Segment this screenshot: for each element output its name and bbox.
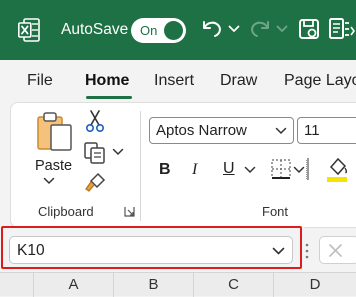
- copy-dropdown-icon[interactable]: [112, 148, 124, 156]
- paste-button[interactable]: Paste: [33, 111, 77, 183]
- borders-icon[interactable]: [270, 158, 292, 180]
- font-size-value: 11: [304, 122, 320, 139]
- copy-icon[interactable]: [83, 141, 107, 165]
- column-header-b[interactable]: B: [114, 273, 194, 297]
- name-box-area: K10: [0, 226, 304, 272]
- active-tab-indicator: [86, 96, 132, 99]
- autosave-toggle-state: On: [140, 23, 158, 38]
- column-header-d[interactable]: D: [274, 273, 356, 297]
- excel-logo-icon: [18, 18, 40, 42]
- save-icon[interactable]: [297, 17, 321, 41]
- select-all-corner[interactable]: [0, 273, 34, 297]
- ribbon-panel: Paste Clipboard Aptos Narrow 11 B I U Fo…: [10, 102, 356, 228]
- close-icon[interactable]: [328, 243, 343, 258]
- cut-icon[interactable]: [84, 109, 106, 133]
- font-group-label: Font: [262, 204, 289, 219]
- title-bar: AutoSave On: [0, 0, 356, 60]
- redo-icon[interactable]: [248, 16, 272, 40]
- italic-button[interactable]: I: [192, 160, 197, 180]
- redo-dropdown-icon[interactable]: [276, 24, 288, 34]
- format-painter-icon[interactable]: [84, 171, 108, 193]
- font-name-dropdown-icon[interactable]: [275, 127, 287, 135]
- name-box-value: K10: [17, 242, 45, 259]
- group-divider: [140, 111, 141, 221]
- font-name-value: Aptos Narrow: [156, 122, 247, 139]
- name-box-dropdown-icon[interactable]: [272, 247, 285, 255]
- tab-file[interactable]: File: [27, 71, 53, 91]
- paste-label: Paste: [35, 158, 73, 174]
- font-size-box[interactable]: 11: [297, 117, 356, 144]
- paste-dropdown-icon[interactable]: [43, 177, 55, 185]
- quick-access-more-icon[interactable]: [327, 15, 356, 43]
- paste-icon: [37, 112, 72, 151]
- column-header-row: A B C D: [0, 272, 356, 297]
- tab-home[interactable]: Home: [85, 71, 129, 91]
- tab-page-layout[interactable]: Page Layo: [284, 71, 356, 91]
- ribbon-tabs: File Home Insert Draw Page Layo: [0, 60, 356, 102]
- underline-button[interactable]: U: [223, 159, 235, 179]
- toggle-knob: [164, 21, 183, 40]
- name-box[interactable]: K10: [9, 236, 293, 264]
- undo-icon[interactable]: [200, 16, 224, 40]
- undo-dropdown-icon[interactable]: [228, 24, 240, 34]
- font-name-box[interactable]: Aptos Narrow: [149, 117, 294, 144]
- clipboard-group-label: Clipboard: [38, 204, 94, 219]
- ribbon-separator: [306, 158, 309, 180]
- autosave-toggle[interactable]: On: [131, 18, 186, 43]
- fill-color-icon[interactable]: [325, 155, 349, 183]
- clipboard-launcher-icon[interactable]: [124, 206, 135, 217]
- tab-draw[interactable]: Draw: [220, 71, 257, 91]
- column-header-c[interactable]: C: [194, 273, 274, 297]
- underline-dropdown-icon[interactable]: [244, 166, 256, 174]
- borders-dropdown-icon[interactable]: [293, 166, 305, 174]
- formula-cancel-box[interactable]: [319, 236, 356, 264]
- splitter-handle-icon[interactable]: [304, 242, 310, 260]
- column-header-a[interactable]: A: [34, 273, 114, 297]
- bold-button[interactable]: B: [159, 160, 171, 180]
- autosave-label: AutoSave: [61, 21, 129, 38]
- tab-insert[interactable]: Insert: [154, 71, 194, 91]
